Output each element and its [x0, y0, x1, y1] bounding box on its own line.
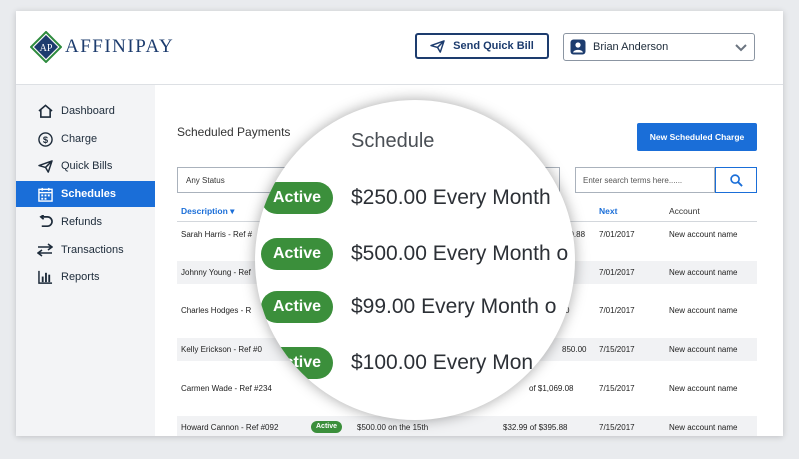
chevron-down-icon: [735, 44, 747, 52]
sidebar-item-dashboard[interactable]: Dashboard: [16, 98, 155, 124]
dollar-circle-icon: $: [37, 131, 53, 147]
schedule-amount: $100.00 Every Mon: [351, 351, 534, 374]
column-header-description[interactable]: Description ▾: [181, 206, 234, 217]
send-quick-bill-label: Send Quick Bill: [453, 40, 534, 52]
magnified-row: Active $100.00 Every Mon: [255, 343, 575, 383]
sidebar-item-label: Reports: [61, 271, 100, 283]
magnifier-lens: Schedule Active $250.00 Every Month Acti…: [255, 100, 575, 420]
magnified-row: Active $500.00 Every Month o: [255, 234, 575, 274]
row-next-date: 7/15/2017: [599, 423, 635, 432]
user-avatar-icon: [570, 39, 586, 55]
schedule-amount: $250.00 Every Month: [351, 186, 551, 209]
sidebar-item-label: Refunds: [61, 216, 102, 228]
sidebar-item-label: Transactions: [61, 244, 124, 256]
row-account: New account name: [669, 345, 738, 354]
brand-name: AFFINIPAY: [65, 36, 175, 57]
row-next-date: 7/01/2017: [599, 306, 635, 315]
search-icon: [729, 173, 743, 187]
row-next-date: 7/15/2017: [599, 345, 635, 354]
paper-plane-icon: [37, 158, 53, 174]
affinipay-logo[interactable]: AP AFFINIPAY: [30, 31, 174, 63]
sidebar-item-reports[interactable]: Reports: [16, 264, 155, 290]
status-badge: Active: [261, 291, 333, 323]
sidebar-item-refunds[interactable]: Refunds: [16, 209, 155, 235]
row-next-date: 7/15/2017: [599, 384, 635, 393]
user-menu-dropdown[interactable]: Brian Anderson: [563, 33, 755, 61]
undo-icon: [37, 214, 53, 230]
search-button[interactable]: [715, 167, 757, 193]
svg-text:$: $: [42, 134, 48, 144]
svg-text:AP: AP: [40, 43, 53, 54]
row-account: New account name: [669, 384, 738, 393]
row-description: Sarah Harris - Ref #: [181, 230, 253, 239]
magnified-row: Active $99.00 Every Month o: [255, 287, 575, 327]
sort-caret-icon: ▾: [227, 206, 235, 216]
sidebar-item-charge[interactable]: $ Charge: [16, 126, 155, 152]
column-header-description-label: Description: [181, 206, 228, 216]
affinipay-logo-mark: AP: [30, 31, 62, 63]
schedule-amount: $500.00 Every Month o: [351, 242, 569, 265]
magnified-schedule-header: Schedule: [351, 130, 435, 152]
row-next-date: 7/01/2017: [599, 230, 635, 239]
search-input[interactable]: Enter search terms here......: [575, 167, 715, 193]
row-account: New account name: [669, 268, 738, 277]
row-description: Kelly Erickson - Ref #0: [181, 345, 262, 354]
calendar-icon: [37, 186, 53, 202]
row-account: New account name: [669, 423, 738, 432]
home-icon: [37, 103, 53, 119]
status-badge: Active: [311, 421, 343, 433]
sidebar-item-label: Quick Bills: [61, 160, 113, 172]
top-bar: AP AFFINIPAY Send Quick Bill Brian Ander…: [16, 11, 783, 85]
sidebar-item-label: Charge: [61, 133, 98, 145]
column-header-account: Account: [669, 206, 700, 216]
user-name: Brian Anderson: [593, 41, 669, 53]
paper-plane-icon: [430, 39, 445, 53]
row-progress: $32.99 of $395.88: [503, 423, 568, 432]
sidebar: Dashboard $ Charge Quick Bills Schedules…: [16, 85, 155, 436]
sidebar-item-transactions[interactable]: Transactions: [16, 237, 155, 263]
row-description: Johnny Young - Ref: [181, 268, 251, 277]
row-account: New account name: [669, 230, 738, 239]
sidebar-item-label: Dashboard: [61, 105, 115, 117]
row-description: Charles Hodges - R: [181, 306, 252, 315]
sidebar-item-schedules[interactable]: Schedules: [16, 181, 155, 207]
page-title: Scheduled Payments: [177, 125, 291, 139]
new-scheduled-charge-button[interactable]: New Scheduled Charge: [637, 123, 757, 151]
row-account: New account name: [669, 306, 738, 315]
status-badge: Active: [261, 238, 333, 270]
send-quick-bill-button[interactable]: Send Quick Bill: [415, 33, 549, 59]
sidebar-item-label: Schedules: [61, 188, 117, 200]
status-badge: Active: [261, 182, 333, 214]
column-header-next[interactable]: Next: [599, 206, 617, 216]
magnified-row: Active $250.00 Every Month: [255, 178, 575, 218]
row-description: Howard Cannon - Ref #092: [181, 423, 279, 432]
status-badge: Active: [261, 347, 333, 379]
table-row[interactable]: Howard Cannon - Ref #092 Active $500.00 …: [177, 416, 757, 436]
bar-chart-icon: [37, 269, 53, 285]
sidebar-item-quick-bills[interactable]: Quick Bills: [16, 153, 155, 179]
row-next-date: 7/01/2017: [599, 268, 635, 277]
schedule-amount: $99.00 Every Month o: [351, 295, 557, 318]
transfer-arrows-icon: [37, 242, 53, 258]
